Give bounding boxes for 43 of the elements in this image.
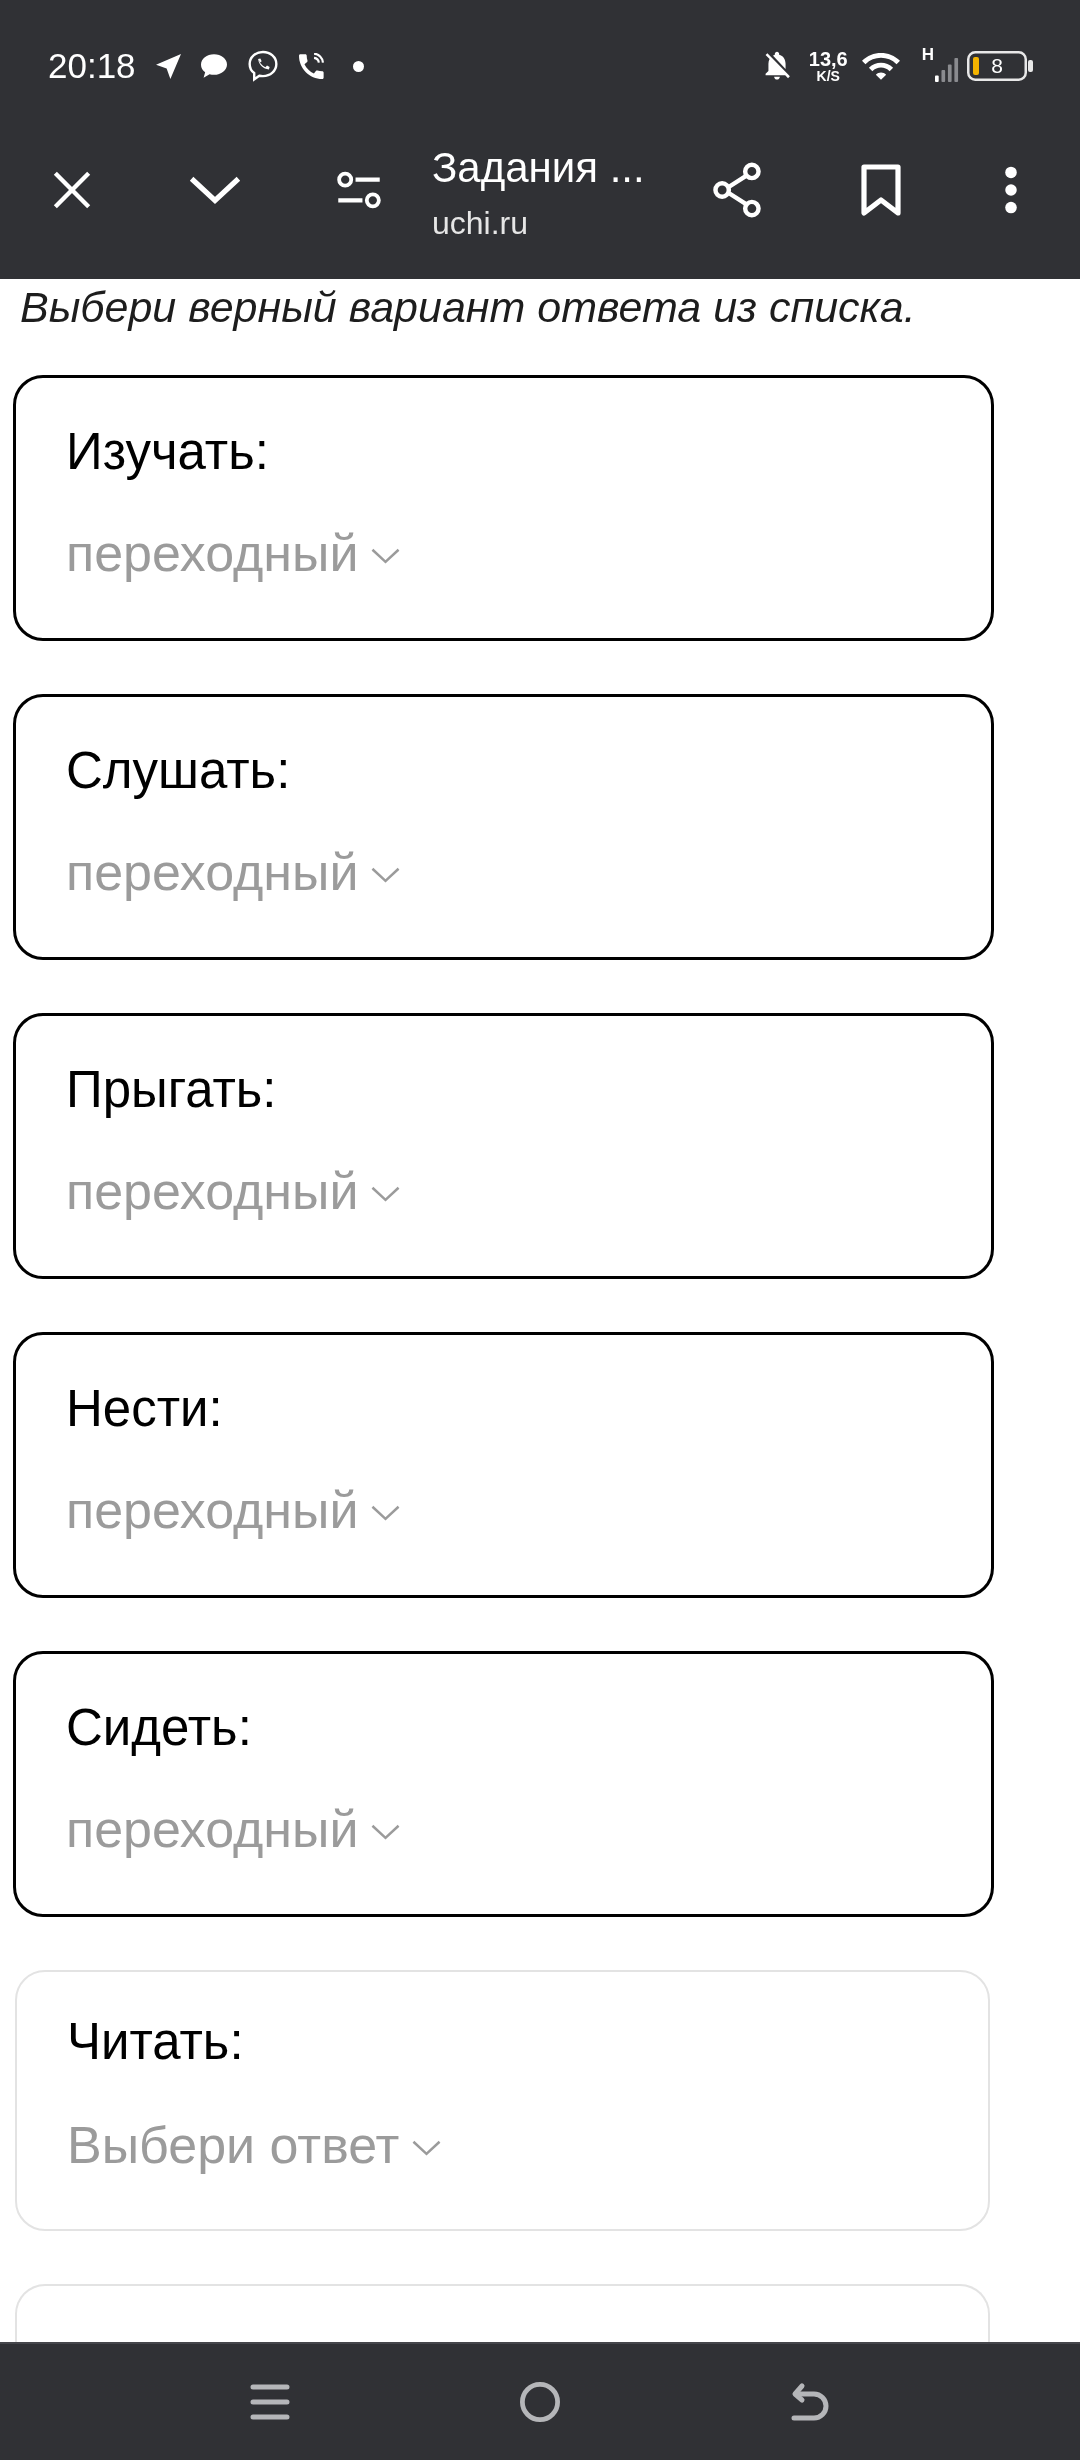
network-speed-value: 13,6 xyxy=(808,48,848,69)
network-speed-unit: K/S xyxy=(816,68,840,84)
chevron-down-icon xyxy=(371,1505,401,1521)
phone-bubble-icon xyxy=(246,50,279,82)
question-label: Изучать: xyxy=(66,422,269,482)
chevron-down-icon xyxy=(371,1186,401,1202)
question-label: Читать: xyxy=(67,2012,244,2072)
chevron-down-icon xyxy=(371,548,401,564)
wifi-icon xyxy=(861,52,900,80)
page-url: uchi.ru xyxy=(432,203,529,243)
network-type-text: H xyxy=(921,46,934,63)
dot-icon xyxy=(352,60,364,72)
more-icon[interactable] xyxy=(1004,165,1018,214)
answer-dropdown[interactable]: переходный xyxy=(66,1799,401,1859)
question-label: Нести: xyxy=(66,1379,223,1439)
question-label: Сидеть: xyxy=(66,1698,252,1758)
paper-plane-icon xyxy=(155,53,181,79)
back-icon[interactable] xyxy=(790,2382,830,2422)
bookmark-icon[interactable] xyxy=(861,163,901,216)
answer-dropdown[interactable]: переходный xyxy=(66,842,401,902)
speech-bubble-icon xyxy=(200,54,227,78)
close-icon[interactable] xyxy=(51,169,92,210)
chevron-down-icon xyxy=(371,1824,401,1840)
answer-dropdown[interactable]: переходный xyxy=(66,523,401,583)
signal-icon xyxy=(935,58,959,82)
instruction-text: Выбери верный вариант ответа из списка. xyxy=(19,282,916,333)
question-label: Слушать: xyxy=(66,741,291,801)
answer-dropdown[interactable]: переходный xyxy=(66,1480,401,1540)
battery-icon xyxy=(967,51,1033,81)
sliders-icon[interactable] xyxy=(336,170,382,209)
home-icon[interactable] xyxy=(520,2382,560,2422)
chevron-down-icon[interactable] xyxy=(188,175,241,204)
menu-icon[interactable] xyxy=(250,2382,290,2422)
answer-dropdown[interactable]: переходный xyxy=(66,1161,401,1221)
battery-percent: 8 xyxy=(990,55,1004,77)
status-time: 20:18 xyxy=(48,46,136,86)
answer-dropdown[interactable]: Выбери ответ xyxy=(67,2115,442,2175)
chevron-down-icon xyxy=(371,867,401,883)
page-title: Задания ... xyxy=(432,142,645,193)
chevron-down-icon xyxy=(412,2140,442,2156)
share-icon[interactable] xyxy=(711,160,763,219)
phone-icon xyxy=(298,53,325,79)
question-label: Прыгать: xyxy=(66,1060,277,1120)
